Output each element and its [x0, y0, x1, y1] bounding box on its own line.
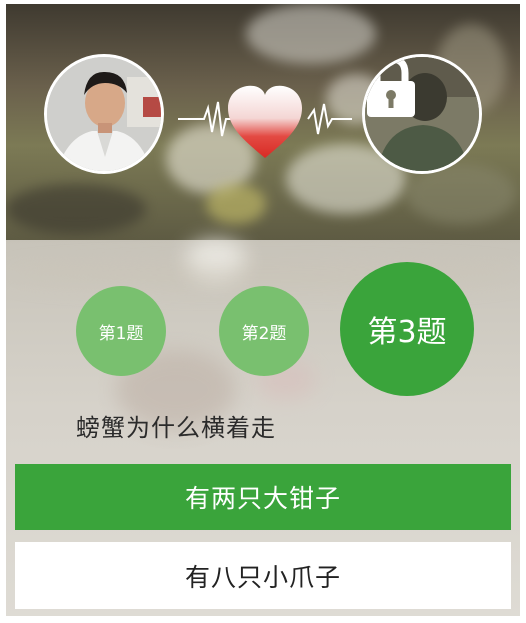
- question-2-badge[interactable]: 第2题: [219, 286, 309, 376]
- question-3-label: 第3题: [367, 315, 447, 350]
- user-avatar-photo: [47, 57, 161, 171]
- answer-option-1-label: 有两只大钳子: [184, 484, 341, 513]
- my-avatar[interactable]: [44, 54, 164, 174]
- partner-avatar[interactable]: [362, 54, 482, 174]
- padlock-icon: [367, 57, 415, 117]
- answer-option-1[interactable]: 有两只大钳子: [15, 464, 511, 530]
- question-2-label: 第2题: [241, 323, 287, 344]
- question-1-label: 第1题: [98, 323, 144, 344]
- heart-heartbeat-icon: [178, 85, 352, 158]
- question-1-badge[interactable]: 第1题: [76, 286, 166, 376]
- question-text: 螃蟹为什么横着走: [76, 414, 276, 442]
- heartbeat-heart: [176, 76, 354, 166]
- app-frame: 第1题 第2题 第3题 螃蟹为什么横着走 有两只大钳子 有八只小爪子: [6, 4, 520, 616]
- answer-option-2-label: 有八只小爪子: [184, 562, 341, 592]
- question-3-badge-current[interactable]: 第3题: [340, 262, 474, 396]
- answer-option-2[interactable]: 有八只小爪子: [15, 542, 511, 609]
